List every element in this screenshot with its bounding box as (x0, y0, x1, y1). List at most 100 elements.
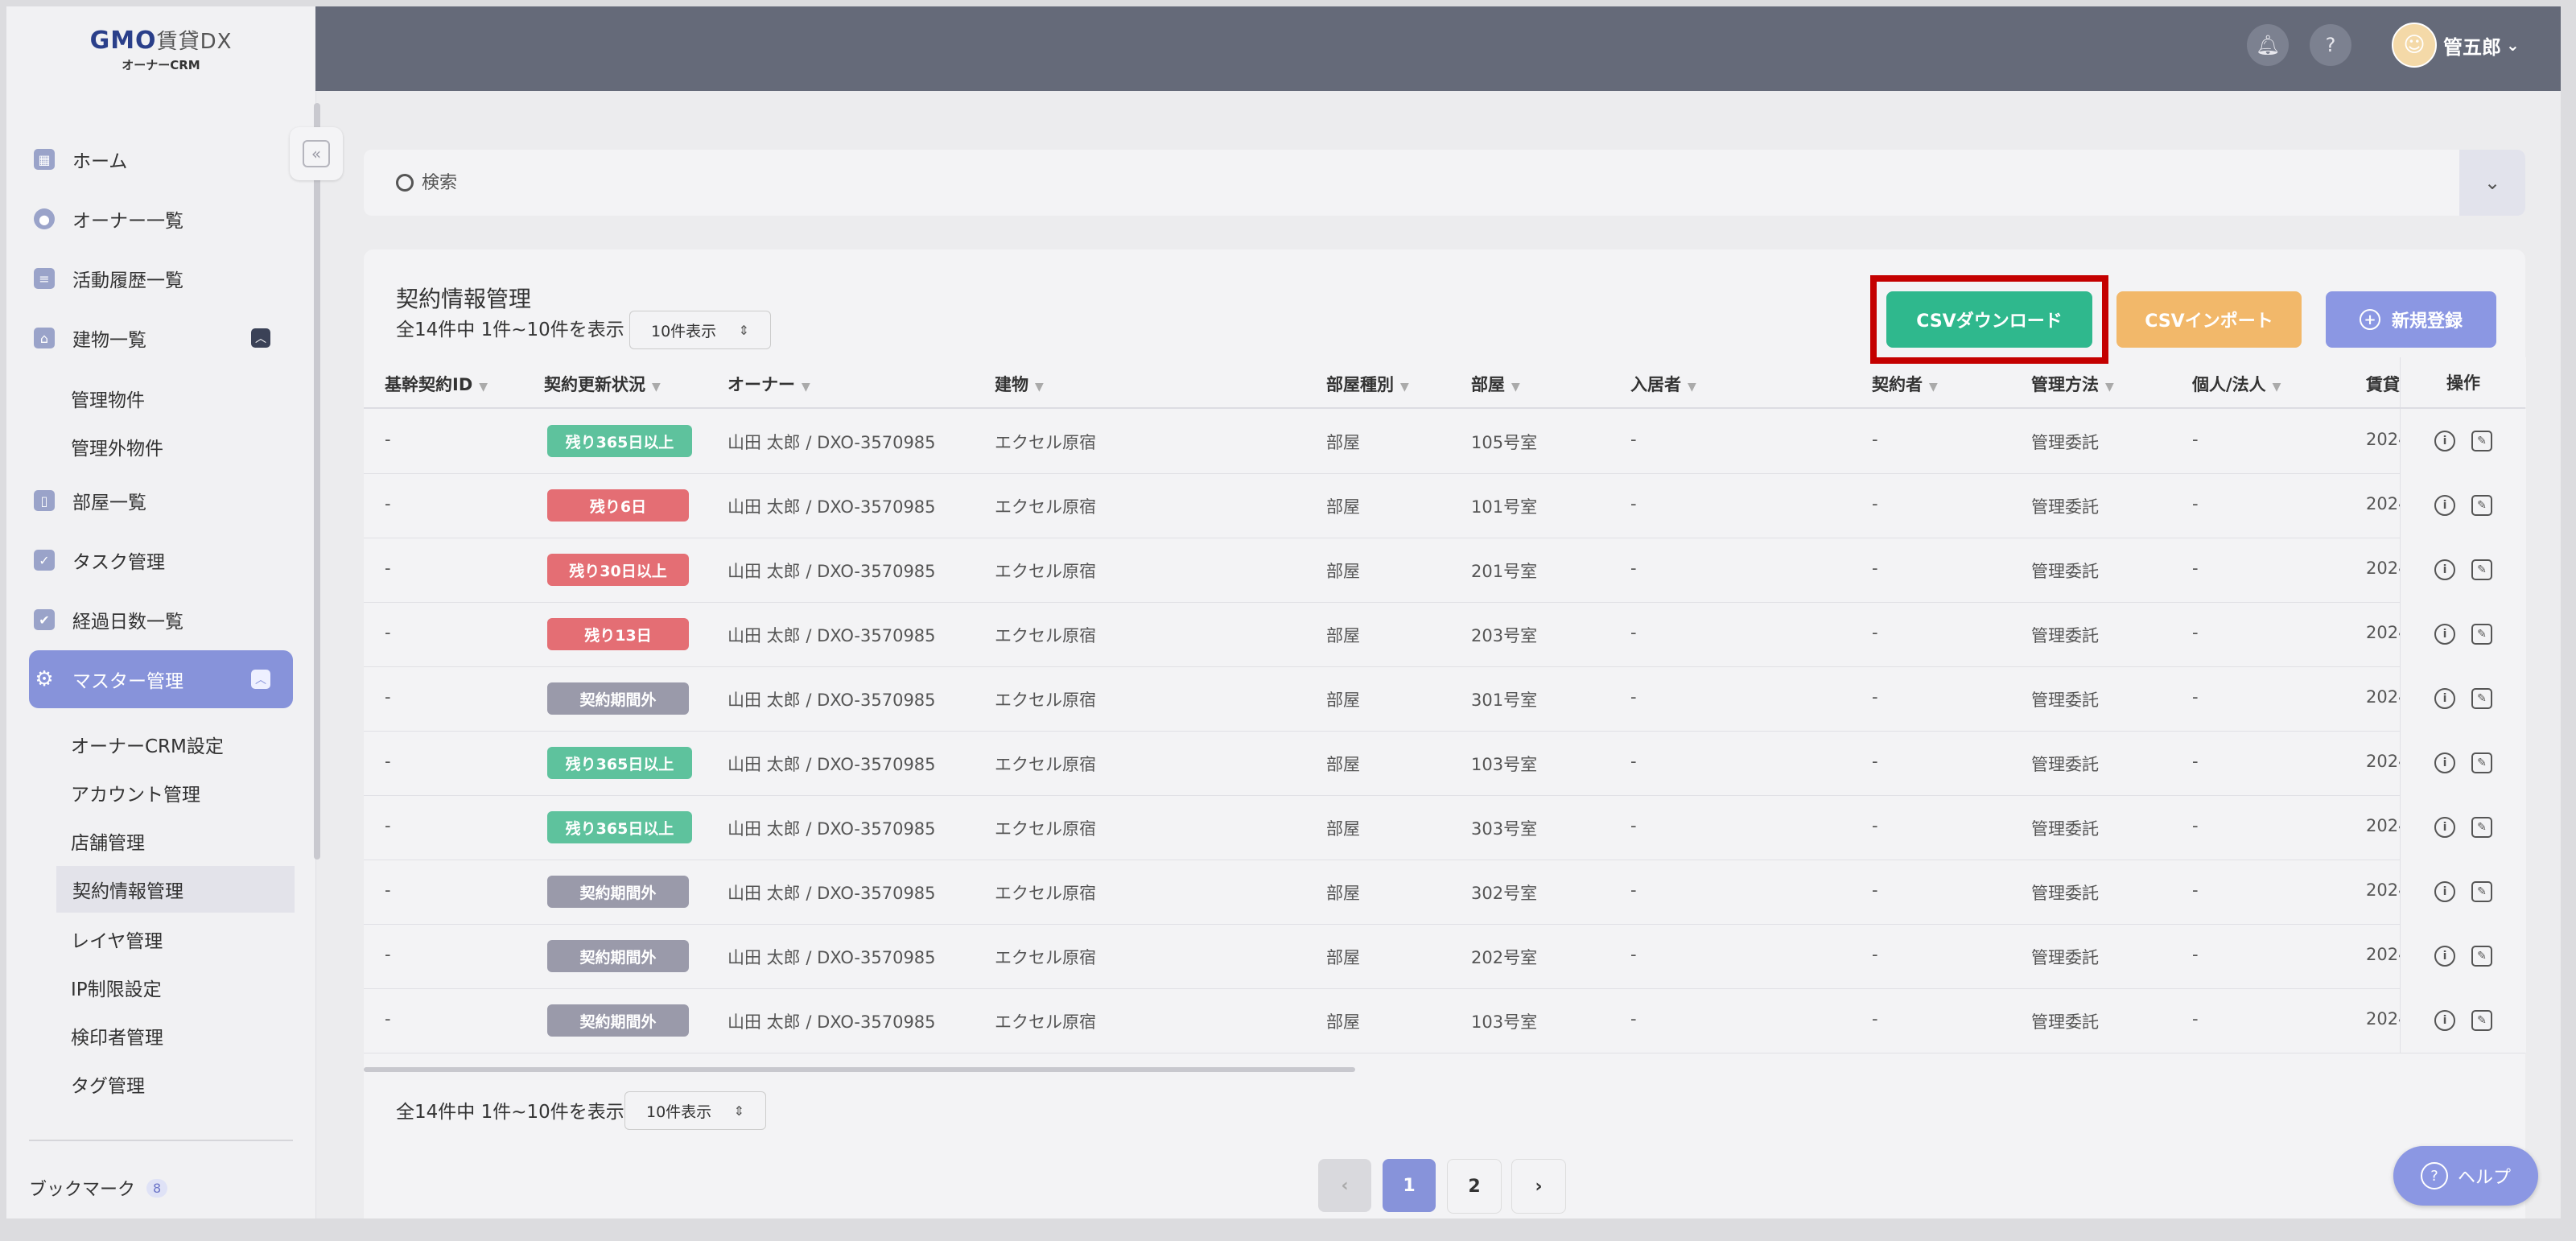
sidebar-item-master[interactable]: ⚙ マスター管理 ︿ (29, 650, 293, 708)
edit-icon[interactable]: ✎ (2471, 881, 2492, 902)
chevron-up-icon[interactable]: ︿ (251, 328, 270, 348)
col-tenant[interactable]: 入居者 ▼ (1630, 372, 1696, 396)
info-icon[interactable]: i (2434, 1010, 2455, 1031)
col-status[interactable]: 契約更新状況 ▼ (544, 372, 661, 396)
col-room-type[interactable]: 部屋種別 ▼ (1326, 372, 1409, 396)
edit-icon[interactable]: ✎ (2471, 624, 2492, 645)
sidebar-item-tasks[interactable]: ✓ タスク管理 (29, 536, 293, 584)
pagination-prev-button[interactable]: ‹ (1318, 1159, 1371, 1212)
help-circle-icon[interactable]: ? (2310, 24, 2351, 66)
cell-tenant: - (1630, 1009, 1637, 1029)
logo[interactable]: GMO賃貸DX オーナーCRM (6, 6, 315, 91)
per-page-select[interactable]: 10件表示 ⇕ (629, 311, 771, 349)
sidebar-subitem-contracts[interactable]: 契約情報管理 (56, 866, 295, 913)
bell-icon[interactable]: 🔔︎ (2247, 24, 2289, 66)
pagination-next-button[interactable]: › (1511, 1159, 1566, 1214)
edit-icon[interactable]: ✎ (2471, 752, 2492, 773)
sidebar-subitem-accounts[interactable]: アカウント管理 (55, 769, 293, 816)
col-rent[interactable]: 賃貸 (2366, 372, 2400, 396)
double-chevron-left-icon: « (303, 140, 330, 167)
col-owner[interactable]: オーナー ▼ (727, 372, 810, 396)
csv-import-button[interactable]: CSVインポート (2116, 291, 2302, 348)
cell-room-type: 部屋 (1326, 755, 1360, 774)
sidebar-item-rooms[interactable]: ▯ 部屋一覧 (29, 476, 293, 525)
pagination-page-2[interactable]: 2 (1447, 1159, 1502, 1214)
info-icon[interactable]: i (2434, 495, 2455, 516)
sidebar-subitem-stores[interactable]: 店舗管理 (55, 818, 293, 864)
edit-icon[interactable]: ✎ (2471, 817, 2492, 838)
document-icon: ≡ (34, 268, 55, 289)
pagination-page-1[interactable]: 1 (1383, 1159, 1436, 1212)
chevron-down-icon: ⌄ (2483, 171, 2501, 194)
sidebar-subitem-ip[interactable]: IP制限設定 (55, 964, 293, 1011)
table-row[interactable]: - 山田 太郎 / DXO-3570985 エクセル原宿 部屋 103号室 - - 管理委託 -… (364, 731, 2526, 796)
help-button[interactable]: ? ヘルプ (2393, 1146, 2538, 1206)
info-icon[interactable]: i (2434, 817, 2455, 838)
table-row[interactable]: - 山田 太郎 / DXO-3570985 エクセル原宿 部屋 105号室 - - 管理委託 -… (364, 409, 2526, 474)
col-contract-id[interactable]: 基幹契約ID ▼ (385, 372, 488, 396)
divider (29, 1140, 293, 1141)
cell-room-type: 部屋 (1326, 691, 1360, 710)
cell-contract-id: - (385, 1009, 391, 1029)
cell-tenant: - (1630, 945, 1637, 964)
table-row[interactable]: - 山田 太郎 / DXO-3570985 エクセル原宿 部屋 302号室 - - 管理委託 -… (364, 860, 2526, 925)
edit-icon[interactable]: ✎ (2471, 431, 2492, 451)
edit-icon[interactable]: ✎ (2471, 559, 2492, 580)
info-icon[interactable]: i (2434, 688, 2455, 709)
info-icon[interactable]: i (2434, 559, 2455, 580)
search-input[interactable] (420, 171, 2355, 194)
plus-circle-icon: + (2359, 309, 2380, 330)
sidebar-item-home[interactable]: ▦ ホーム (29, 135, 293, 183)
info-icon[interactable]: i (2434, 752, 2455, 773)
cell-building: エクセル原宿 (995, 1012, 1096, 1032)
table-row[interactable]: - 山田 太郎 / DXO-3570985 エクセル原宿 部屋 202号室 - - 管理委託 -… (364, 924, 2526, 989)
search-expand-button[interactable]: ⌄ (2459, 150, 2525, 216)
info-icon[interactable]: i (2434, 431, 2455, 451)
col-room[interactable]: 部屋 ▼ (1471, 372, 1520, 396)
edit-icon[interactable]: ✎ (2471, 688, 2492, 709)
cell-tenant: - (1630, 752, 1637, 771)
edit-icon[interactable]: ✎ (2471, 495, 2492, 516)
sidebar-subitem-tags[interactable]: タグ管理 (55, 1061, 293, 1107)
table-row[interactable]: - 山田 太郎 / DXO-3570985 エクセル原宿 部屋 303号室 - - 管理委託 -… (364, 795, 2526, 860)
sidebar-subitem-managed[interactable]: 管理物件 (55, 375, 293, 422)
user-menu[interactable]: ☺ 管五郎 ⌄ (2392, 23, 2520, 68)
cell-contract-id: - (385, 945, 391, 964)
sidebar-scrollbar[interactable] (314, 103, 320, 860)
info-icon[interactable]: i (2434, 881, 2455, 902)
sidebar-item-elapsed[interactable]: ✔ 経過日数一覧 (29, 596, 293, 644)
sidebar-subitem-layers[interactable]: レイヤ管理 (55, 916, 293, 963)
col-entity[interactable]: 個人/法人 ▼ (2192, 372, 2281, 396)
table-row[interactable]: - 山田 太郎 / DXO-3570985 エクセル原宿 部屋 103号室 - - 管理委託 -… (364, 988, 2526, 1053)
info-icon[interactable]: i (2434, 624, 2455, 645)
sidebar-item-activity[interactable]: ≡ 活動履歴一覧 (29, 254, 293, 303)
col-method[interactable]: 管理方法 ▼ (2031, 372, 2114, 396)
new-register-button[interactable]: + 新規登録 (2326, 291, 2496, 348)
info-icon[interactable]: i (2434, 946, 2455, 967)
table-row[interactable]: - 山田 太郎 / DXO-3570985 エクセル原宿 部屋 101号室 - - 管理委託 -… (364, 473, 2526, 538)
cell-owner: 山田 太郎 / DXO-3570985 (727, 497, 936, 517)
cell-contract-id: - (385, 816, 391, 835)
table-row[interactable]: - 山田 太郎 / DXO-3570985 エクセル原宿 部屋 203号室 - - 管理委託 -… (364, 602, 2526, 667)
cell-owner: 山田 太郎 / DXO-3570985 (727, 755, 936, 774)
sidebar-subitem-unmanaged[interactable]: 管理外物件 (55, 423, 293, 470)
sidebar-item-buildings[interactable]: ⌂ 建物一覧 ︿ (29, 314, 293, 362)
horizontal-scrollbar[interactable] (364, 1067, 1355, 1072)
col-contractor[interactable]: 契約者 ▼ (1872, 372, 1938, 396)
bookmark-section[interactable]: ブックマーク 8 (29, 1175, 168, 1201)
table-row[interactable]: - 山田 太郎 / DXO-3570985 エクセル原宿 部屋 201号室 - - 管理委託 -… (364, 538, 2526, 603)
col-building[interactable]: 建物 ▼ (995, 372, 1044, 396)
logo-main: GMO (89, 26, 157, 55)
sidebar-item-owners[interactable]: ● オーナー一覧 (29, 195, 293, 243)
chevron-up-icon[interactable]: ︿ (251, 670, 270, 689)
edit-icon[interactable]: ✎ (2471, 1010, 2492, 1031)
collapse-sidebar-button[interactable]: « (290, 127, 343, 180)
sidebar-subitem-inspectors[interactable]: 検印者管理 (55, 1012, 293, 1059)
bookmark-label: ブックマーク (29, 1180, 136, 1200)
footer-per-page-select[interactable]: 10件表示 ⇕ (624, 1091, 766, 1130)
row-actions: i ✎ (2400, 666, 2526, 731)
table-row[interactable]: - 山田 太郎 / DXO-3570985 エクセル原宿 部屋 301号室 - - 管理委託 -… (364, 666, 2526, 732)
edit-icon[interactable]: ✎ (2471, 946, 2492, 967)
cell-entity: - (2192, 1009, 2199, 1029)
sidebar-subitem-crm-settings[interactable]: オーナーCRM設定 (55, 721, 293, 768)
